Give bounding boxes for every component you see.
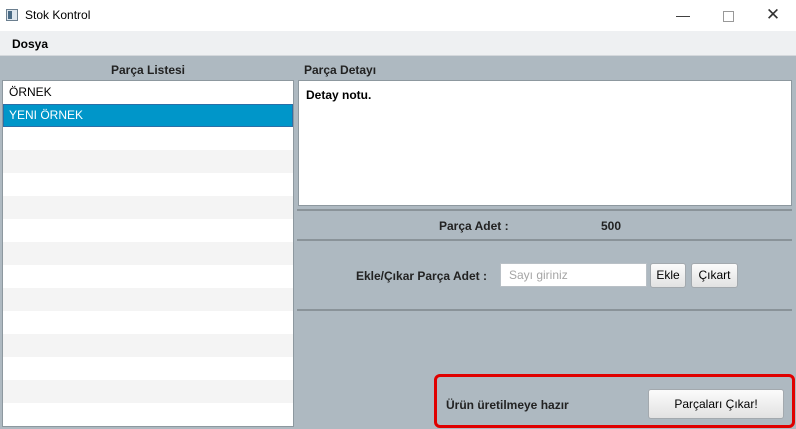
quantity-input[interactable] bbox=[500, 263, 647, 287]
part-detail-textarea[interactable]: Detay notu. bbox=[298, 80, 792, 206]
menu-item-dosya[interactable]: Dosya bbox=[12, 37, 48, 51]
maximize-button[interactable] bbox=[705, 0, 751, 31]
part-quantity-value: 500 bbox=[601, 219, 622, 233]
menu-bar: Dosya bbox=[0, 31, 796, 56]
production-status-text: Ürün üretilmeye hazır bbox=[446, 398, 569, 412]
list-row-empty bbox=[3, 150, 293, 173]
list-row-empty bbox=[3, 173, 293, 196]
minimize-icon: — bbox=[676, 7, 690, 23]
main-content: Parça Listesi ÖRNEK YENI ÖRNEK Parça Det… bbox=[0, 56, 796, 429]
adjust-quantity-label: Ekle/Çıkar Parça Adet : bbox=[356, 269, 487, 283]
remove-parts-button[interactable]: Parçaları Çıkar! bbox=[648, 389, 784, 419]
separator bbox=[297, 309, 792, 311]
separator bbox=[297, 239, 792, 241]
list-row-empty bbox=[3, 334, 293, 357]
list-row-empty bbox=[3, 288, 293, 311]
app-window-icon bbox=[6, 9, 18, 21]
list-row-empty bbox=[3, 357, 293, 380]
separator bbox=[297, 209, 792, 211]
parts-list[interactable]: ÖRNEK YENI ÖRNEK bbox=[2, 80, 294, 427]
list-item[interactable]: ÖRNEK bbox=[3, 81, 293, 104]
parts-list-title: Parça Listesi bbox=[110, 63, 186, 77]
part-detail-title: Parça Detayı bbox=[304, 63, 377, 77]
list-row-empty bbox=[3, 403, 293, 426]
minimize-button[interactable]: — bbox=[660, 0, 706, 31]
part-quantity-label: Parça Adet : bbox=[439, 219, 509, 233]
window-title: Stok Kontrol bbox=[25, 8, 91, 22]
list-row-empty bbox=[3, 265, 293, 288]
detail-note-text: Detay notu. bbox=[306, 88, 372, 102]
list-row-empty bbox=[3, 127, 293, 150]
maximize-icon bbox=[722, 10, 734, 22]
add-button[interactable]: Ekle bbox=[650, 263, 686, 288]
list-row-empty bbox=[3, 380, 293, 403]
list-row-empty bbox=[3, 196, 293, 219]
list-row-empty bbox=[3, 242, 293, 265]
list-row-empty bbox=[3, 426, 293, 427]
list-row-empty bbox=[3, 219, 293, 242]
title-bar: Stok Kontrol — ✕ bbox=[0, 0, 796, 31]
close-icon: ✕ bbox=[765, 5, 781, 24]
list-item-selected[interactable]: YENI ÖRNEK bbox=[3, 104, 293, 127]
list-row-empty bbox=[3, 311, 293, 334]
close-button[interactable]: ✕ bbox=[750, 0, 796, 31]
remove-button[interactable]: Çıkart bbox=[691, 263, 738, 288]
